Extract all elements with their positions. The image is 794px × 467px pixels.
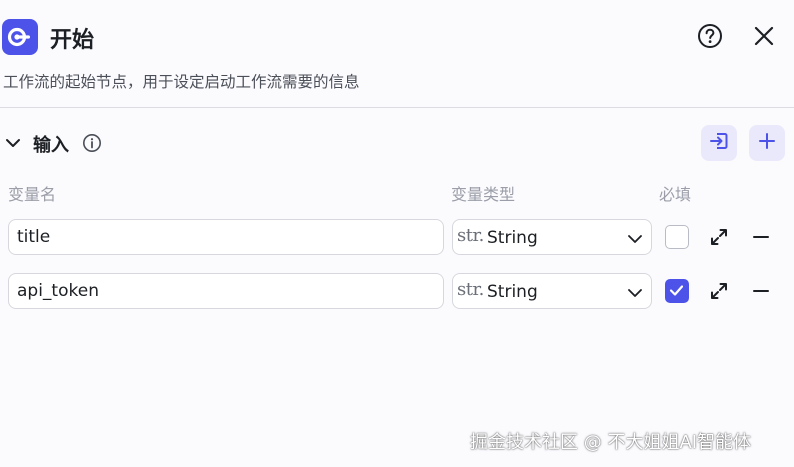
import-icon bbox=[708, 130, 730, 156]
column-header-required: 必填 bbox=[659, 185, 692, 204]
type-prefix: str. bbox=[457, 279, 484, 300]
required-checkbox[interactable] bbox=[665, 225, 689, 249]
node-description: 工作流的起始节点，用于设定启动工作流需要的信息 bbox=[3, 73, 360, 91]
expand-icon[interactable] bbox=[708, 280, 730, 302]
checkmark-icon bbox=[666, 280, 688, 301]
watermark: 掘金技术社区 @ 不大姐姐AI智能体 bbox=[470, 432, 752, 453]
page-title: 开始 bbox=[50, 28, 95, 53]
chevron-down-icon bbox=[627, 285, 643, 299]
info-circle-icon[interactable] bbox=[82, 133, 102, 153]
required-checkbox[interactable] bbox=[665, 279, 689, 303]
plus-icon bbox=[757, 131, 777, 155]
variable-type-select[interactable]: str. String bbox=[452, 219, 652, 255]
variable-type-select[interactable]: str. String bbox=[452, 273, 652, 309]
section-title-inputs: 输入 bbox=[33, 135, 69, 156]
column-header-type: 变量类型 bbox=[451, 185, 516, 204]
add-input-button[interactable] bbox=[749, 125, 785, 161]
question-circle-icon[interactable] bbox=[696, 22, 724, 50]
workflow-start-logo-icon bbox=[2, 19, 38, 55]
expand-icon[interactable] bbox=[708, 226, 730, 248]
divider bbox=[0, 107, 794, 108]
import-button[interactable] bbox=[701, 125, 737, 161]
node-header: 开始 工作流的起始节点，用于设定启动工作流需要的信息 bbox=[0, 0, 794, 108]
type-label: String bbox=[487, 282, 538, 302]
column-header-name: 变量名 bbox=[8, 185, 57, 204]
remove-row-icon[interactable] bbox=[750, 280, 772, 302]
chevron-down-icon[interactable] bbox=[4, 134, 22, 152]
variable-name-input[interactable] bbox=[8, 219, 444, 255]
chevron-down-icon bbox=[627, 231, 643, 245]
variable-name-input[interactable] bbox=[8, 273, 444, 309]
type-label: String bbox=[487, 228, 538, 248]
close-icon[interactable] bbox=[752, 24, 776, 48]
remove-row-icon[interactable] bbox=[750, 226, 772, 248]
type-prefix: str. bbox=[457, 225, 484, 246]
